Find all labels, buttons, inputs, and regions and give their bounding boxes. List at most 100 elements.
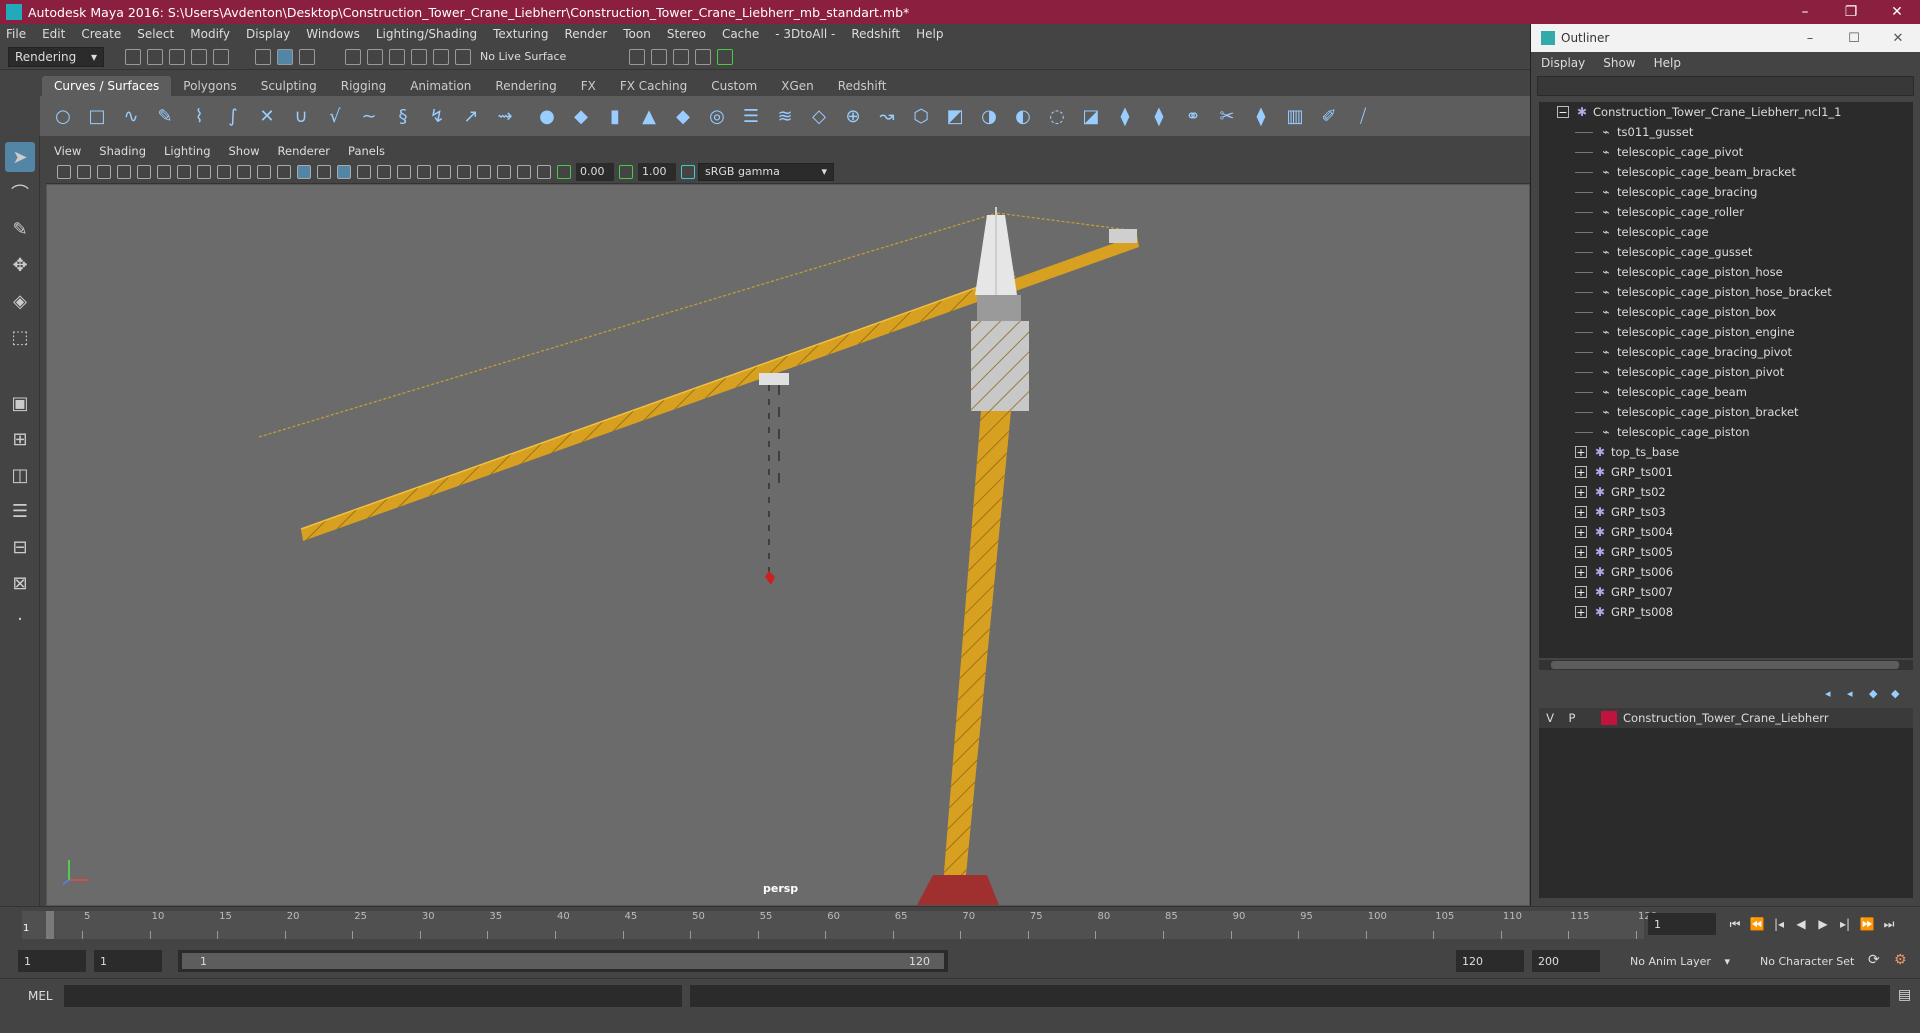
xray-joints-icon[interactable] bbox=[517, 164, 531, 179]
layout-hypershade-icon[interactable]: ⊠ bbox=[5, 568, 35, 598]
save-scene-icon[interactable] bbox=[169, 48, 185, 65]
outliner-maximize-button[interactable]: ☐ bbox=[1832, 24, 1876, 52]
gamma-icon[interactable] bbox=[619, 164, 633, 179]
safe-title-icon[interactable] bbox=[257, 164, 271, 179]
render-frame-icon[interactable] bbox=[629, 48, 646, 65]
outliner-menu-help[interactable]: Help bbox=[1654, 56, 1681, 70]
exposure-icon[interactable] bbox=[557, 164, 571, 179]
menu-display[interactable]: Display bbox=[246, 27, 290, 41]
menu-redshift[interactable]: Redshift bbox=[851, 27, 900, 41]
viewport-persp[interactable]: persp bbox=[46, 184, 1530, 906]
outliner-item[interactable]: ⌁ telescopic_cage_piston_hose_bracket bbox=[1539, 282, 1913, 302]
step-forward-frame-icon[interactable]: ▸| bbox=[1834, 914, 1856, 934]
view-transform-dropdown[interactable]: sRGB gamma ▾ bbox=[698, 162, 834, 181]
color-management-icon[interactable] bbox=[681, 164, 695, 179]
lasso-tool-icon[interactable]: ⌒ bbox=[5, 178, 35, 208]
current-frame-field[interactable]: 1 bbox=[1648, 913, 1716, 935]
outliner-tree[interactable]: − ✱ Construction_Tower_Crane_Liebherr_nc… bbox=[1539, 102, 1913, 658]
ipr-render-icon[interactable] bbox=[651, 48, 668, 65]
shelf-tab-xgen[interactable]: XGen bbox=[769, 76, 826, 96]
nurbs-cube-icon[interactable]: ◆ bbox=[568, 103, 594, 129]
snap-grid-icon[interactable] bbox=[345, 48, 361, 65]
open-close-icon[interactable]: ✂ bbox=[1214, 103, 1240, 129]
layout-outliner-icon[interactable]: ☰ bbox=[5, 496, 35, 526]
menu-windows[interactable]: Windows bbox=[306, 27, 360, 41]
outliner-item[interactable]: ⌁ ts011_gusset bbox=[1539, 122, 1913, 142]
intersect-surface-icon[interactable]: ⧫ bbox=[1112, 103, 1138, 129]
revolve-icon[interactable]: ☰ bbox=[738, 103, 764, 129]
script-editor-icon[interactable]: ▤ bbox=[1898, 987, 1911, 1003]
hypershade-icon[interactable] bbox=[695, 48, 712, 65]
shelf-tab-custom[interactable]: Custom bbox=[699, 76, 769, 96]
outliner-item[interactable]: ⌁ telescopic_cage_roller bbox=[1539, 202, 1913, 222]
anti-aliasing-icon[interactable] bbox=[437, 164, 451, 179]
menuset-dropdown[interactable]: Rendering ▾ bbox=[8, 46, 104, 67]
curve-reverse-icon[interactable]: ↗ bbox=[458, 103, 484, 129]
align-surface-icon[interactable]: ⧫ bbox=[1248, 103, 1274, 129]
layer-color-swatch[interactable] bbox=[1601, 711, 1617, 725]
open-scene-icon[interactable] bbox=[147, 48, 163, 65]
surface-editing-icon[interactable]: ⧸ bbox=[1350, 103, 1376, 129]
outliner-item[interactable]: + ✱ GRP_ts001 bbox=[1539, 462, 1913, 482]
curve-extend-icon[interactable]: ↯ bbox=[424, 103, 450, 129]
animation-start-field[interactable]: 1 bbox=[18, 950, 86, 972]
rotate-tool-icon[interactable]: ◈ bbox=[5, 286, 35, 316]
menu-modify[interactable]: Modify bbox=[190, 27, 230, 41]
exposure-field[interactable]: 0.00 bbox=[576, 162, 614, 181]
render-settings-icon[interactable] bbox=[673, 48, 690, 65]
untrim-icon[interactable]: ◌ bbox=[1044, 103, 1070, 129]
expand-icon[interactable]: + bbox=[1575, 486, 1587, 498]
outliner-close-button[interactable]: ✕ bbox=[1876, 24, 1920, 52]
outliner-item[interactable]: ⌁ telescopic_cage_piston_bracket bbox=[1539, 402, 1913, 422]
smooth-shade-icon[interactable] bbox=[297, 164, 311, 179]
menu-render[interactable]: Render bbox=[565, 27, 608, 41]
snap-point-icon[interactable] bbox=[389, 48, 405, 65]
boundary-icon[interactable]: ⬡ bbox=[908, 103, 934, 129]
menu-lighting-shading[interactable]: Lighting/Shading bbox=[376, 27, 477, 41]
ambient-occlusion-icon[interactable] bbox=[397, 164, 411, 179]
outliner-item[interactable]: + ✱ GRP_ts007 bbox=[1539, 582, 1913, 602]
curve-intersect-icon[interactable]: ✕ bbox=[254, 103, 280, 129]
outliner-filter-input[interactable] bbox=[1537, 76, 1914, 96]
step-forward-key-icon[interactable]: ⏩ bbox=[1856, 914, 1878, 934]
outliner-item[interactable]: + ✱ GRP_ts004 bbox=[1539, 522, 1913, 542]
panel-menu-view[interactable]: View bbox=[54, 144, 81, 158]
curve-offset-icon[interactable]: § bbox=[390, 103, 416, 129]
panel-menu-show[interactable]: Show bbox=[229, 144, 260, 158]
trim-icon[interactable]: ◐ bbox=[1010, 103, 1036, 129]
select-tool-icon[interactable]: ➤ bbox=[5, 142, 35, 172]
bookmark-icon[interactable] bbox=[97, 164, 111, 179]
outliner-item[interactable]: ⌁ telescopic_cage_bracing_pivot bbox=[1539, 342, 1913, 362]
shelf-tab-animation[interactable]: Animation bbox=[398, 76, 483, 96]
panel-menu-shading[interactable]: Shading bbox=[99, 144, 146, 158]
menu-create[interactable]: Create bbox=[81, 27, 121, 41]
go-to-end-icon[interactable]: ⏭ bbox=[1878, 914, 1900, 934]
nurbs-cone-icon[interactable]: ▲ bbox=[636, 103, 662, 129]
character-set-dropdown[interactable]: No Character Set bbox=[1754, 950, 1864, 972]
live-surface-label[interactable]: No Live Surface bbox=[480, 50, 566, 63]
expand-icon[interactable]: + bbox=[1575, 466, 1587, 478]
outliner-item[interactable]: + ✱ GRP_ts005 bbox=[1539, 542, 1913, 562]
grid-icon[interactable] bbox=[137, 164, 151, 179]
outliner-item[interactable]: + ✱ GRP_ts006 bbox=[1539, 562, 1913, 582]
time-slider-track[interactable]: 1 5 10 15 20 25 30 35 40 45 50 55 60 65 70 75 80 85 90 95 1… bbox=[22, 911, 1657, 939]
menu-texturing[interactable]: Texturing bbox=[493, 27, 548, 41]
cv-curve-icon[interactable]: ∿ bbox=[118, 103, 144, 129]
camera-select-icon[interactable] bbox=[57, 164, 71, 179]
safe-action-icon[interactable] bbox=[237, 164, 251, 179]
nurbs-sphere-icon[interactable]: ● bbox=[534, 103, 560, 129]
shelf-tab-polygons[interactable]: Polygons bbox=[171, 76, 248, 96]
menu-cache[interactable]: Cache bbox=[722, 27, 759, 41]
use-lights-icon[interactable] bbox=[357, 164, 371, 179]
panel-menu-renderer[interactable]: Renderer bbox=[278, 144, 331, 158]
snap-live-icon[interactable] bbox=[455, 48, 471, 65]
playback-start-field[interactable]: 1 bbox=[94, 950, 162, 972]
layer-visibility-toggle[interactable]: V bbox=[1539, 711, 1561, 725]
scale-tool-icon[interactable]: ⬚ bbox=[5, 322, 35, 352]
step-back-key-icon[interactable]: ⏪ bbox=[1746, 914, 1768, 934]
textured-icon[interactable] bbox=[337, 164, 351, 179]
loft-icon[interactable]: ≋ bbox=[772, 103, 798, 129]
outliner-item[interactable]: ⌁ telescopic_cage_beam bbox=[1539, 382, 1913, 402]
bezier-curve-icon[interactable]: ∫ bbox=[220, 103, 246, 129]
menu-help[interactable]: Help bbox=[916, 27, 943, 41]
